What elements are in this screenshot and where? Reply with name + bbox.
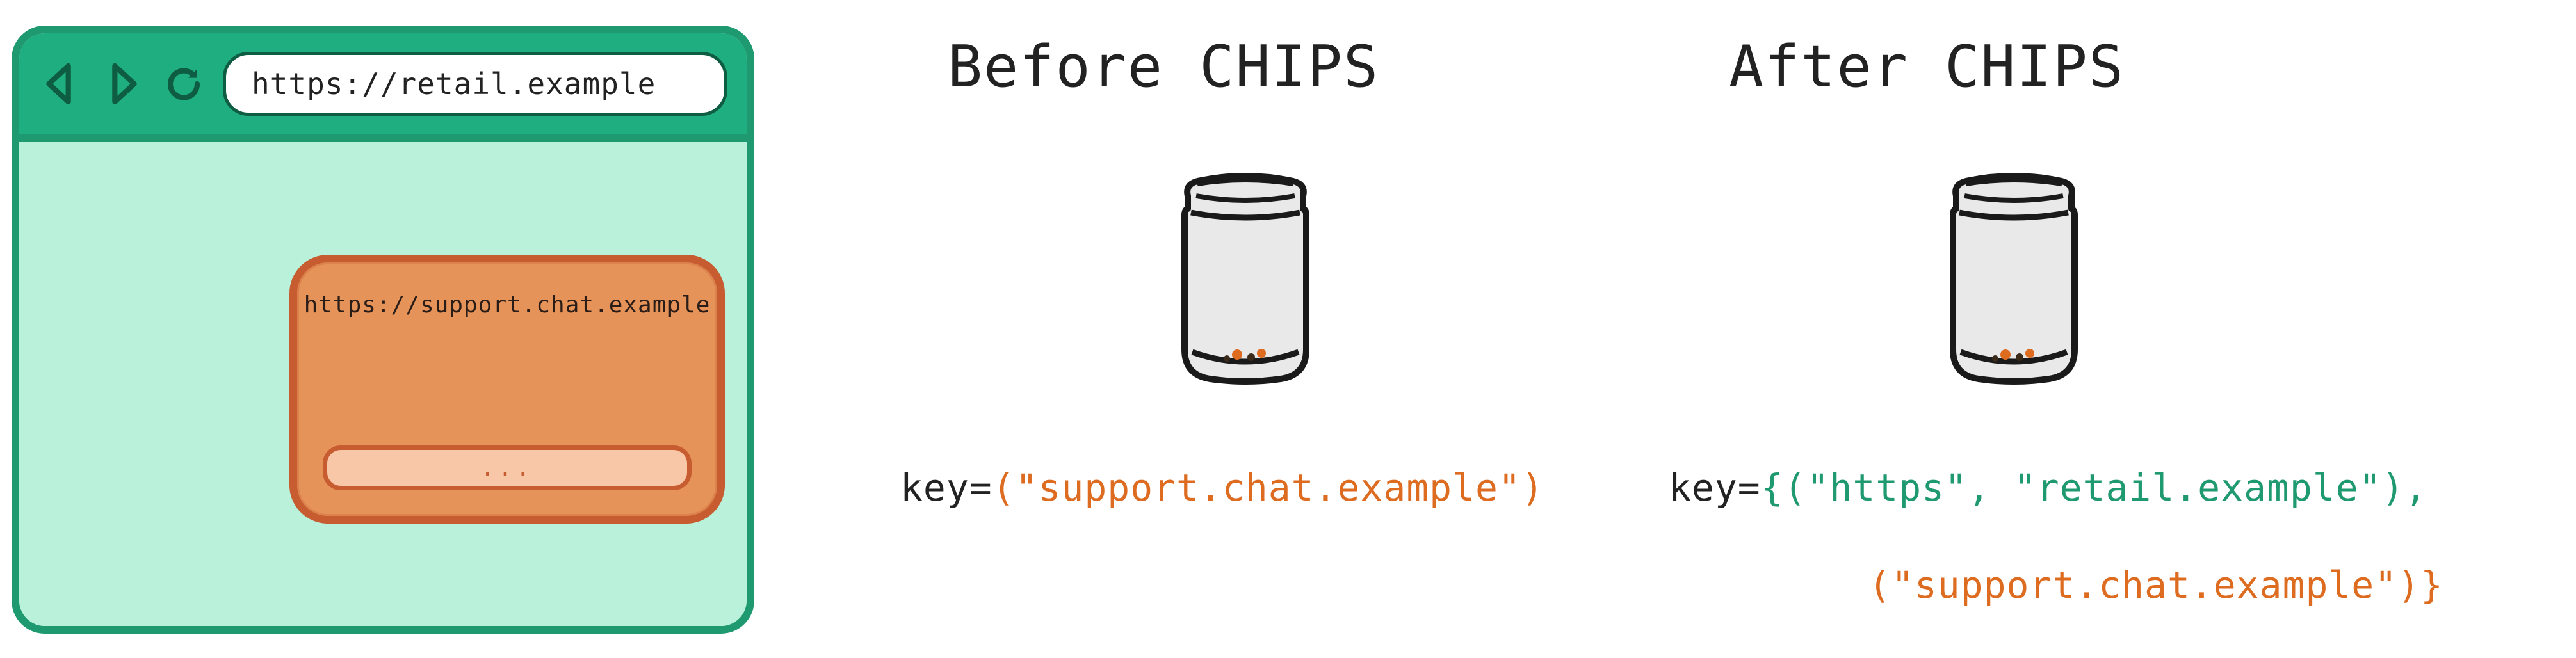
code-paren-open: ( xyxy=(1868,563,1891,607)
code-sep: , xyxy=(1968,466,2014,510)
chat-input-placeholder: ... xyxy=(480,455,533,481)
after-key-code-line2: ("support.chat.example")} xyxy=(1868,563,2443,607)
code-brace-open: {( xyxy=(1761,466,1807,510)
heading-after: After CHIPS xyxy=(1729,33,2125,100)
embedded-url-label: https://support.chat.example xyxy=(297,292,717,318)
code-scheme: "https" xyxy=(1807,466,1968,510)
code-close-comma: ), xyxy=(2382,466,2428,510)
code-close: )} xyxy=(2397,563,2443,607)
embedded-iframe: https://support.chat.example ... xyxy=(289,255,725,524)
code-paren-close: ) xyxy=(1521,466,1544,510)
code-host-value: "support.chat.example" xyxy=(1016,466,1521,510)
chat-input[interactable]: ... xyxy=(323,445,692,490)
forward-icon[interactable] xyxy=(100,61,145,106)
browser-window: https://retail.example https://support.c… xyxy=(12,26,754,634)
back-icon[interactable] xyxy=(38,61,83,106)
code-key-prefix: key= xyxy=(1669,466,1761,510)
cookie-jar-icon xyxy=(1146,151,1345,394)
reload-icon[interactable] xyxy=(161,61,206,106)
browser-frame: https://retail.example https://support.c… xyxy=(12,26,754,634)
browser-viewport: https://support.chat.example ... xyxy=(19,150,747,626)
browser-toolbar: https://retail.example xyxy=(19,33,747,142)
heading-before: Before CHIPS xyxy=(948,33,1379,100)
code-host-value: "support.chat.example" xyxy=(1891,563,2397,607)
address-bar[interactable]: https://retail.example xyxy=(223,52,727,116)
address-bar-text: https://retail.example xyxy=(252,67,656,101)
cookie-jar-icon xyxy=(1915,151,2113,394)
code-top-site: "retail.example" xyxy=(2014,466,2382,510)
code-paren-open: ( xyxy=(992,466,1016,510)
before-key-code: key=("support.chat.example") xyxy=(900,466,1544,510)
code-key-prefix: key= xyxy=(900,466,992,510)
after-key-code-line1: key={("https", "retail.example"), xyxy=(1669,466,2427,510)
